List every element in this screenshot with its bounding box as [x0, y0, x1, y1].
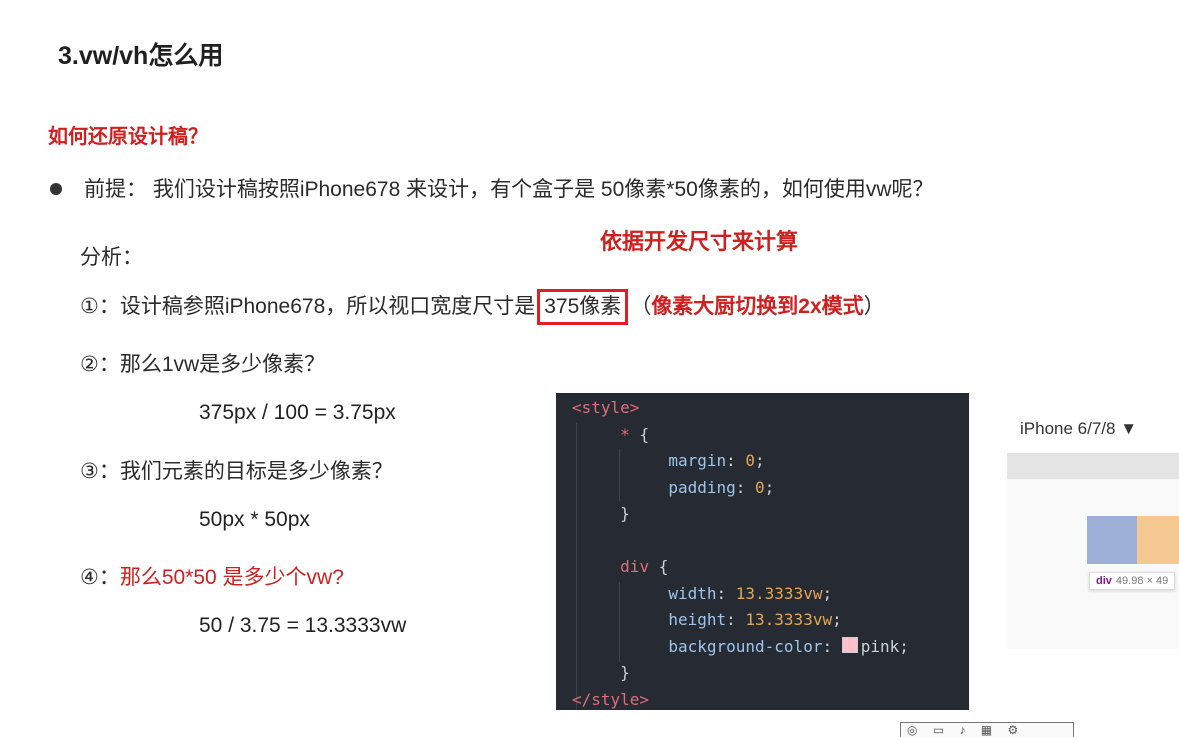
code-brace: {	[639, 424, 650, 444]
code-snippet: <style> * { margin: 0; padding: 0; } div…	[556, 393, 969, 710]
code-line: }	[572, 660, 969, 687]
code-line: </style>	[572, 687, 969, 714]
code-value: pink	[860, 636, 900, 656]
gear-icon[interactable]: ⚙	[1008, 723, 1019, 737]
code-value: 0	[755, 477, 765, 497]
code-line: <style>	[572, 395, 969, 422]
step-2-calc: 375px / 100 = 3.75px	[199, 401, 396, 424]
tool-icon[interactable]: ♪	[960, 723, 966, 737]
code-line: margin: 0;	[668, 451, 765, 470]
step-1: ①：设计稿参照iPhone678，所以视口宽度尺寸是 375像素 （像素大厨切换到2…	[80, 289, 885, 325]
step-4-question: 那么50*50 是多少个vw?	[119, 566, 344, 589]
code-prop: margin	[668, 451, 727, 470]
code-selector-star: *	[620, 424, 630, 444]
tooltip-size: 49.98 × 49	[1115, 575, 1169, 587]
viewport-width-highlight: 375像素	[537, 289, 629, 325]
tooltip-tag: div	[1096, 575, 1112, 587]
code-brace: {	[658, 557, 669, 576]
code-line: height: 13.3333vw;	[668, 610, 842, 629]
step-1-note: 像素大厨切换到2x模式	[651, 295, 864, 318]
code-line: background-color: pink;	[668, 636, 909, 656]
inspected-box	[1087, 516, 1137, 564]
inspect-tooltip: div 49.98 × 49	[1089, 572, 1176, 590]
code-brace: }	[620, 504, 630, 523]
step-4: ④：那么50*50 是多少个vw?	[80, 561, 344, 591]
step-4-calc: 50 / 3.75 = 13.3333vw	[199, 614, 407, 637]
step-3: ③：我们元素的目标是多少像素？	[80, 460, 393, 483]
code-line: * {	[572, 422, 969, 449]
device-preview: iPhone 6/7/8 ▼ div 49.98 × 49	[1007, 407, 1179, 649]
code-line: width: 13.3333vw;	[668, 583, 833, 603]
code-value: 13.3333vw	[745, 610, 833, 629]
bullet-dot	[50, 183, 62, 195]
tool-icon[interactable]: ◎	[907, 723, 917, 737]
tool-icon[interactable]: ▭	[933, 723, 944, 737]
section-question: 如何还原设计稿？	[48, 126, 208, 148]
step-3-calc: 50px * 50px	[199, 508, 310, 531]
step-1-paren-close: ）	[863, 295, 885, 318]
code-line: }	[572, 501, 969, 528]
code-prop: height	[668, 610, 727, 629]
device-viewport	[1007, 479, 1179, 649]
box-margin-highlight	[1137, 516, 1179, 564]
code-close-tag: </style>	[572, 689, 650, 709]
step-1-text: ①：设计稿参照iPhone678，所以视口宽度尺寸是	[80, 295, 536, 318]
code-selector-div: div	[620, 557, 650, 576]
code-line: div {	[572, 554, 969, 581]
bottom-toolbar[interactable]: ◎ ▭ ♪ ▦ ⚙	[900, 722, 1074, 737]
code-line: padding: 0;	[668, 477, 775, 497]
code-open-tag: <style>	[572, 398, 640, 417]
page-title: 3.vw/vh怎么用	[58, 42, 224, 70]
code-value: 0	[745, 451, 756, 470]
step-1-paren-open: （	[630, 295, 652, 318]
code-prop: padding	[668, 477, 736, 497]
device-ruler	[1007, 453, 1179, 479]
step-4-prefix: ④：	[80, 566, 120, 589]
color-swatch	[841, 636, 858, 653]
analysis-label: 分析：	[80, 246, 143, 269]
step-2: ②：那么1vw是多少像素？	[80, 353, 326, 376]
tool-icon[interactable]: ▦	[981, 723, 992, 737]
code-value: 13.3333vw	[735, 583, 823, 603]
premise-text: 前提： 我们设计稿按照iPhone678 来设计，有个盒子是 50像素*50像素…	[84, 178, 934, 201]
code-brace: }	[620, 663, 630, 682]
code-prop: background-color	[668, 636, 823, 656]
device-select[interactable]: iPhone 6/7/8 ▼	[1020, 419, 1137, 439]
code-prop: width	[668, 583, 717, 603]
basis-note: 依据开发尺寸来计算	[600, 229, 799, 254]
